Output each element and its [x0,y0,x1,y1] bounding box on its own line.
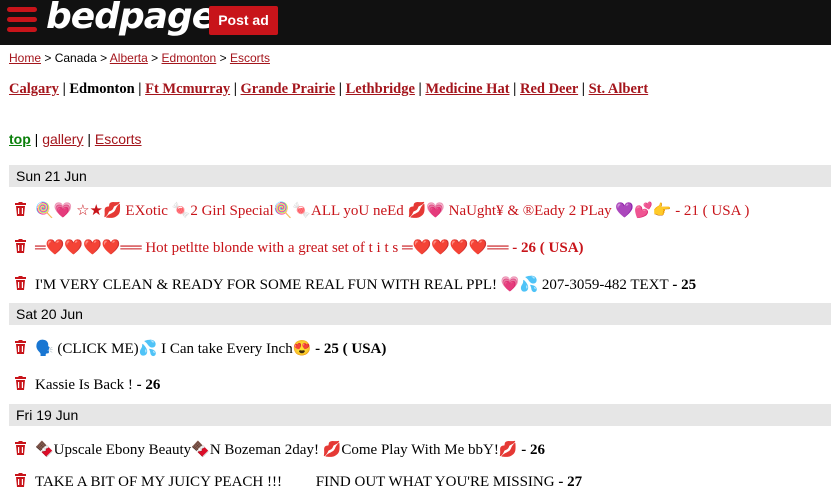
listing-title[interactable]: 🍫Upscale Ebony Beauty🍫N Bozeman 2day! 💋C… [35,442,518,458]
breadcrumb-country: Canada [54,51,97,65]
breadcrumb-sep: > [100,51,108,65]
post-ad-button[interactable]: Post ad [209,6,278,35]
city-link-medicine-hat[interactable]: Medicine Hat [425,81,509,97]
listing-age: - 27 [554,474,583,490]
listing-age: - 21 ( USA ) [671,203,750,219]
listing-age: - 26 ( USA) [508,240,584,256]
listing-title[interactable]: Kassie Is Back ! [35,377,133,393]
breadcrumb: Home > Canada > Alberta > Edmonton > Esc… [9,51,270,65]
trash-icon[interactable] [14,202,27,216]
breadcrumb-province[interactable]: Alberta [110,51,148,65]
top-link[interactable]: top [9,131,31,147]
trash-icon[interactable] [14,340,27,354]
day-header: Sat 20 Jun [9,303,831,325]
day-header: Fri 19 Jun [9,404,831,426]
listing-title[interactable]: I'M VERY CLEAN & READY FOR SOME REAL FUN… [35,277,669,293]
escorts-link[interactable]: Escorts [95,131,142,147]
breadcrumb-sep: > [44,51,52,65]
listing-age: - 26 [132,377,161,393]
trash-icon[interactable] [14,376,27,390]
city-link-ft-mcmurray[interactable]: Ft Mcmurray [145,81,230,97]
city-link-calgary[interactable]: Calgary [9,81,59,97]
city-nav: Calgary | Edmonton | Ft Mcmurray | Grand… [9,81,649,97]
listing-age: - 25 ( USA) [311,341,387,357]
trash-icon[interactable] [14,276,27,290]
breadcrumb-sep: > [151,51,159,65]
hamburger-menu-icon[interactable] [7,7,37,33]
sub-nav-sep: | [87,131,91,147]
listing-age: - 25 [668,277,697,293]
city-link-red-deer[interactable]: Red Deer [520,81,578,97]
listing-title[interactable]: 🍭💗 ☆★💋 EXotic 🍬2 Girl Special🍭🍬ALL yoU n… [35,203,671,219]
breadcrumb-sep: > [219,51,227,65]
sub-nav-sep: | [34,131,39,147]
city-current-edmonton: Edmonton [69,81,135,97]
sub-nav: top | gallery | Escorts [9,131,142,147]
listing-age: - 26 [517,442,545,458]
listing-row[interactable]: Kassie Is Back ! - 26 [14,376,160,394]
city-link-grande-prairie[interactable]: Grande Prairie [241,81,336,97]
listing-title[interactable]: ═❤️❤️❤️❤️══ Hot petltte blonde with a gr… [35,240,509,256]
breadcrumb-home[interactable]: Home [9,51,41,65]
top-bar: bedpage Post ad [0,0,831,45]
listing-row[interactable]: ═❤️❤️❤️❤️══ Hot petltte blonde with a gr… [14,238,584,257]
listing-row[interactable]: 🗣️ (CLICK ME)💦 I Can take Every Inch😍 - … [14,339,386,358]
listing-row[interactable]: I'M VERY CLEAN & READY FOR SOME REAL FUN… [14,275,696,294]
listing-row[interactable]: 🍭💗 ☆★💋 EXotic 🍬2 Girl Special🍭🍬ALL yoU n… [14,201,749,220]
day-header: Sun 21 Jun [9,165,831,187]
site-logo[interactable]: bedpage [46,0,216,37]
gallery-link[interactable]: gallery [42,131,83,147]
city-link-lethbridge[interactable]: Lethbridge [346,81,415,97]
listing-title[interactable]: 🗣️ (CLICK ME)💦 I Can take Every Inch😍 [35,341,311,357]
breadcrumb-city[interactable]: Edmonton [162,51,217,65]
listing-row[interactable]: 🍫Upscale Ebony Beauty🍫N Bozeman 2day! 💋C… [14,440,545,459]
city-link-st-albert[interactable]: St. Albert [589,81,649,97]
listing-title[interactable]: TAKE A BIT OF MY JUICY PEACH !!! FIND OU… [35,474,555,490]
breadcrumb-category[interactable]: Escorts [230,51,270,65]
listing-row[interactable]: TAKE A BIT OF MY JUICY PEACH !!! FIND OU… [14,473,582,491]
trash-icon[interactable] [14,239,27,253]
trash-icon[interactable] [14,441,27,455]
